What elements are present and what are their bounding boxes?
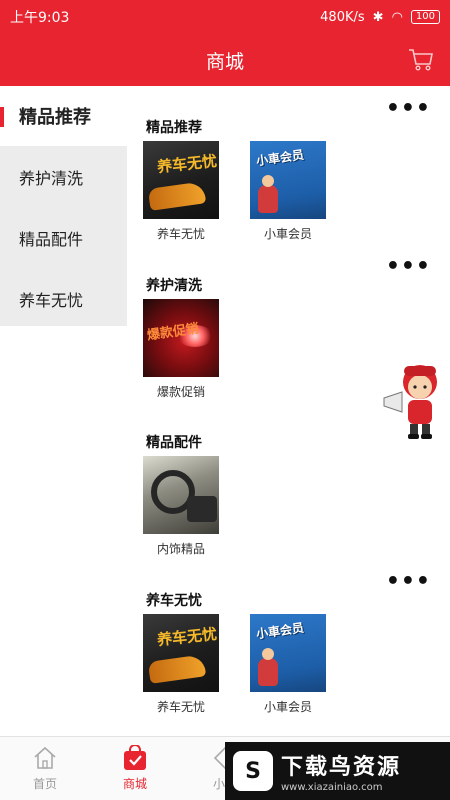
product-tile-interior[interactable]: 内饰精品 [143,456,219,557]
tab-label: 首页 [32,777,57,791]
product-caption: 内饰精品 [156,542,205,556]
product-caption: 养车无忧 [156,227,205,241]
tab-mall[interactable]: 商城 [90,737,180,800]
mascot-floating-button[interactable] [380,360,448,442]
more-icon[interactable]: ••• [386,256,431,278]
sidebar-item-accessories[interactable]: 精品配件 [0,207,127,268]
product-tile-member[interactable]: 小車会员 小車会员 [250,614,326,715]
shopping-cart-icon[interactable] [408,48,434,72]
status-bar: 上午9:03 480K/s ✱ ◠ 100 [0,0,450,34]
sidebar-item-care-cleaning[interactable]: 养护清洗 [0,146,127,207]
tab-home[interactable]: 首页 [0,737,90,800]
product-tile-yangche[interactable]: 养车无忧 养车无忧 [143,614,219,715]
wifi-icon: ◠ [391,9,403,25]
more-icon[interactable]: ••• [386,571,431,593]
product-image [143,456,219,534]
section-title: 养车无忧 [146,593,202,609]
product-image: 养车无忧 [143,141,219,219]
sidebar-item-label: 养车无忧 [19,290,84,310]
status-time: 上午9:03 [10,10,70,26]
product-caption: 小車会员 [263,700,312,714]
watermark-logo-icon: S [233,751,273,791]
network-speed: 480K/s [320,9,365,25]
shopping-bag-icon [124,745,146,770]
product-tile-member[interactable]: 小車会员 小車会员 [250,141,326,242]
watermark-title: 下载鸟资源 [281,755,402,780]
battery-icon: 100 [410,10,440,24]
status-icons: 480K/s ✱ ◠ 100 [320,10,440,25]
home-icon [34,746,56,769]
section-title: 养护清洗 [146,278,202,294]
product-tile-yangche[interactable]: 养车无忧 养车无忧 [143,141,219,242]
product-image: 小車会员 [250,614,326,692]
sidebar-item-featured[interactable]: 精品推荐 [0,86,127,146]
tab-label: 商城 [122,777,147,791]
app-header: 商城 [0,34,450,86]
product-caption: 养车无忧 [156,700,205,714]
product-caption: 爆款促销 [156,385,205,399]
product-caption: 小車会员 [263,227,312,241]
section-title: 精品推荐 [146,120,202,136]
product-tile-promo[interactable]: 爆款促销 爆款促销 [143,299,219,400]
sidebar-item-worry-free[interactable]: 养车无忧 [0,268,127,329]
category-sidebar: 精品推荐 养护清洗 精品配件 养车无忧 [0,86,127,326]
sidebar-item-label: 养护清洗 [19,168,84,188]
sidebar-item-label: 精品推荐 [19,107,91,128]
product-image: 爆款促销 [143,299,219,377]
watermark-url: www.xiazainiao.com [281,782,383,793]
page-title: 商城 [205,50,244,73]
site-watermark: S 下载鸟资源 www.xiazainiao.com [225,742,450,800]
product-image: 小車会员 [250,141,326,219]
more-icon[interactable]: ••• [386,98,431,120]
bluetooth-icon: ✱ [372,9,384,25]
section-title: 精品配件 [146,435,202,451]
product-image: 养车无忧 [143,614,219,692]
sidebar-item-label: 精品配件 [19,229,84,249]
